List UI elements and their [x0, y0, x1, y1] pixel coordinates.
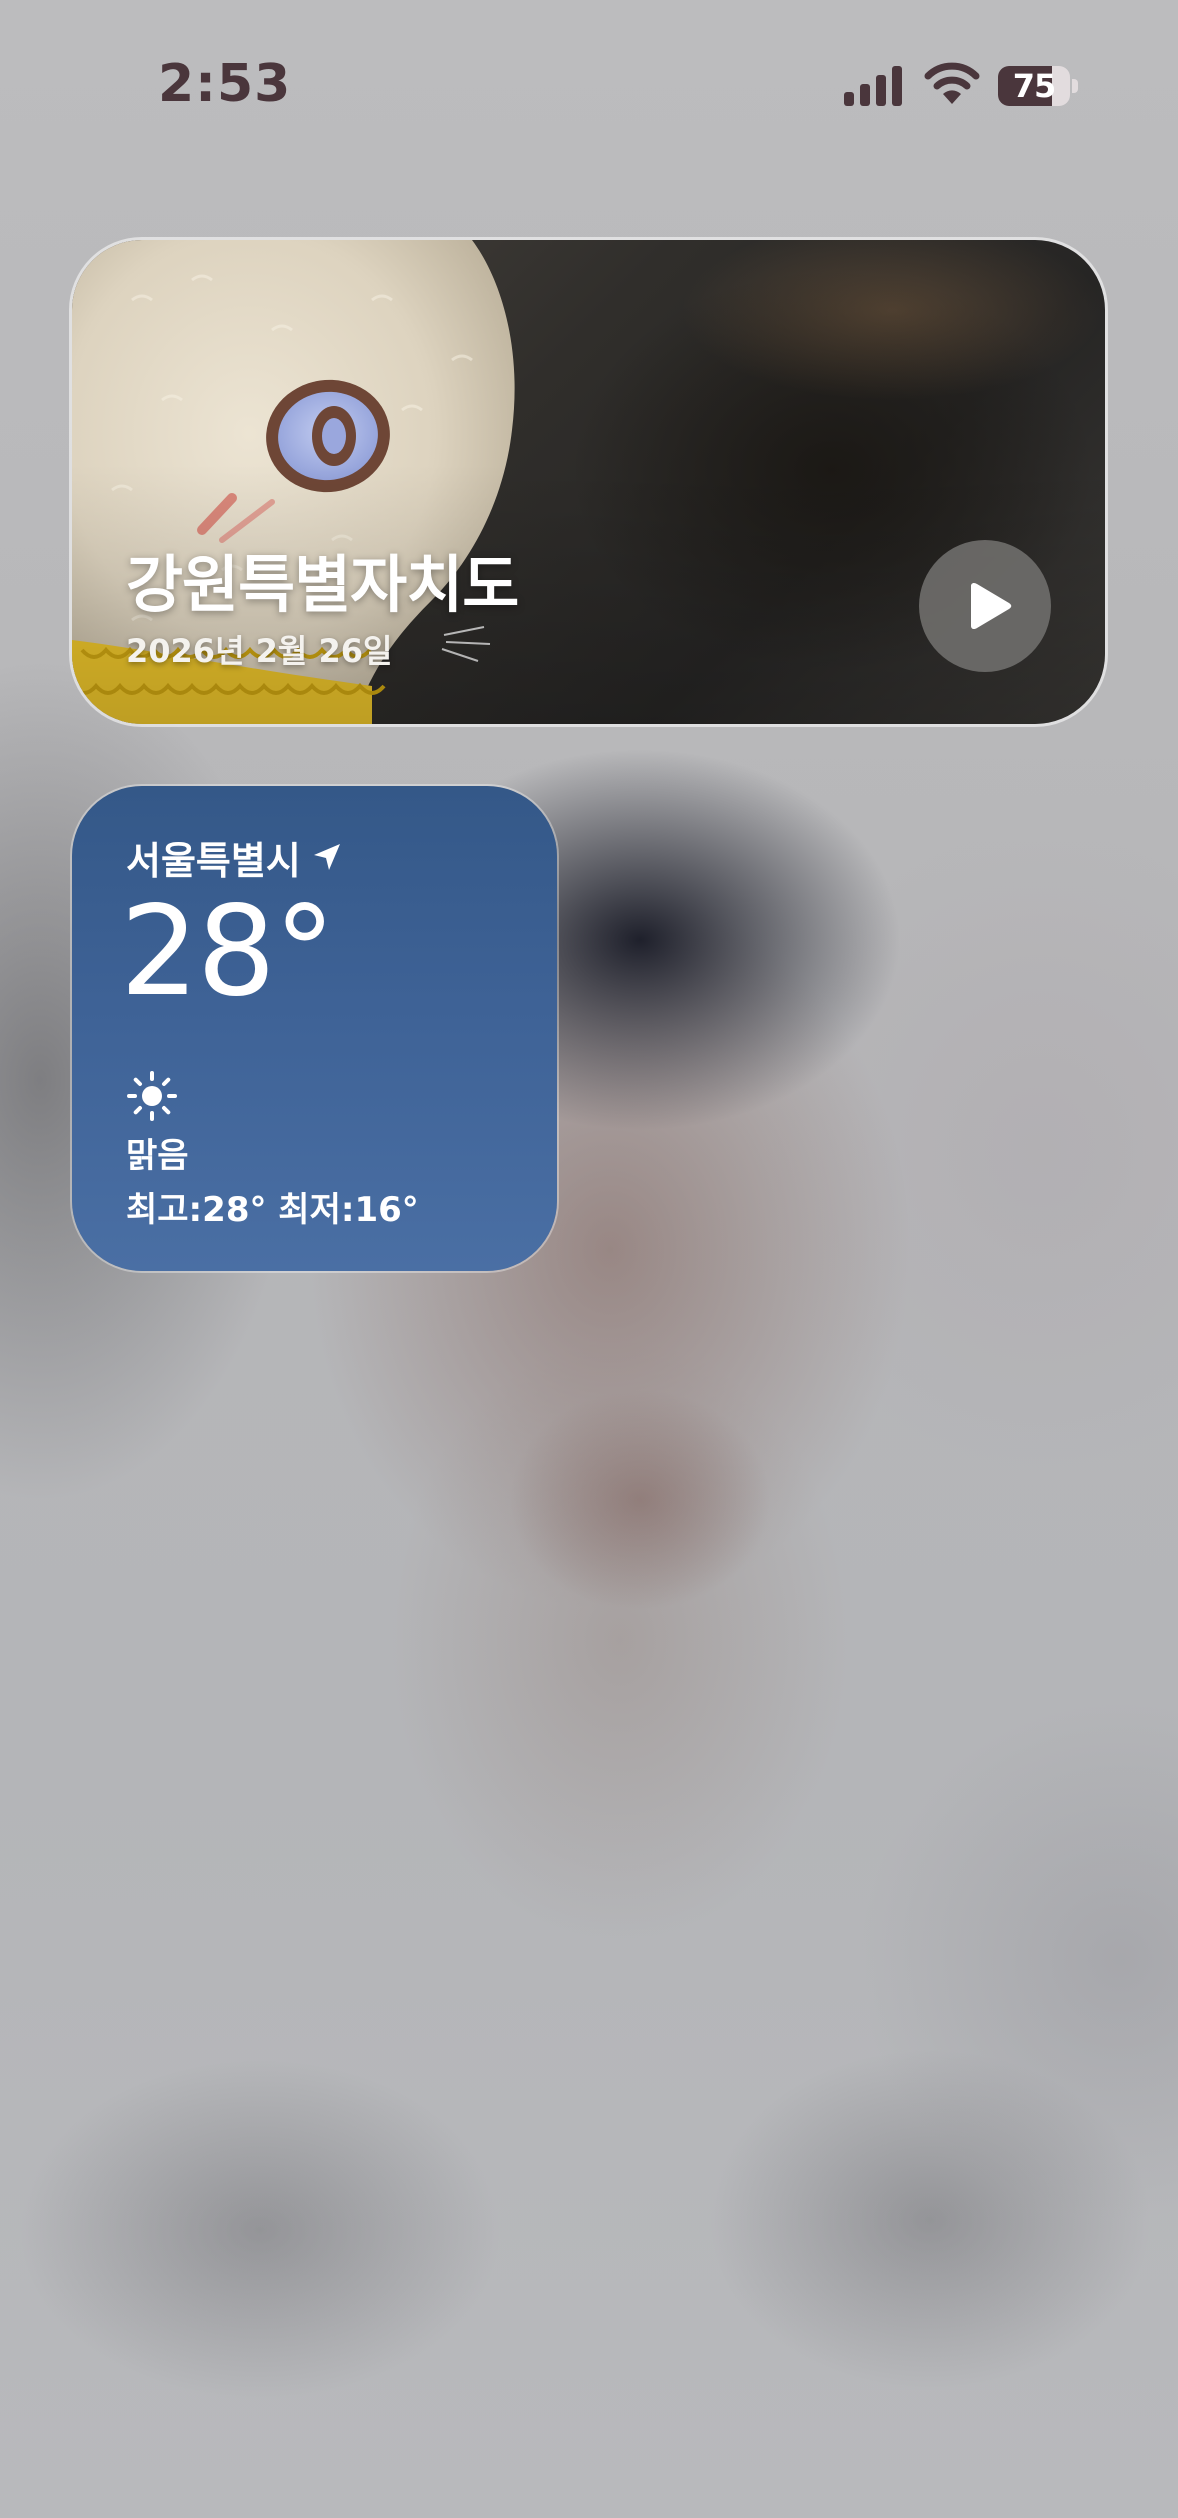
sun-icon [127, 1071, 177, 1121]
cellular-signal-icon [844, 66, 902, 106]
weather-high-low: 최고:28° 최저:16° [126, 1190, 419, 1230]
weather-city: 서울특별시 [126, 838, 301, 883]
status-time: 2:53 [158, 54, 292, 114]
weather-location-row: 서울특별시 [126, 832, 343, 883]
weather-widget[interactable]: 서울특별시 28° 맑음 최고:28° 최저:16° [72, 786, 557, 1271]
battery-cap [1072, 79, 1078, 93]
weather-condition: 맑음 [126, 1136, 189, 1176]
play-icon [971, 582, 1012, 630]
weather-temperature: 28° [120, 880, 336, 1024]
location-arrow-icon [313, 844, 340, 870]
play-button[interactable] [919, 540, 1051, 672]
status-bar: 2:53 75 [0, 0, 1178, 170]
battery-body: 75 [998, 66, 1070, 106]
photo-memory-date: 2026년 2월 26일 [126, 632, 393, 670]
wifi-icon [924, 62, 980, 104]
photos-widget[interactable]: 강원특별자치도 2026년 2월 26일 [72, 240, 1105, 724]
battery-level: 75 [1012, 67, 1057, 105]
photo-memory-title: 강원특별자치도 [126, 548, 519, 621]
battery-icon: 75 [998, 66, 1080, 106]
